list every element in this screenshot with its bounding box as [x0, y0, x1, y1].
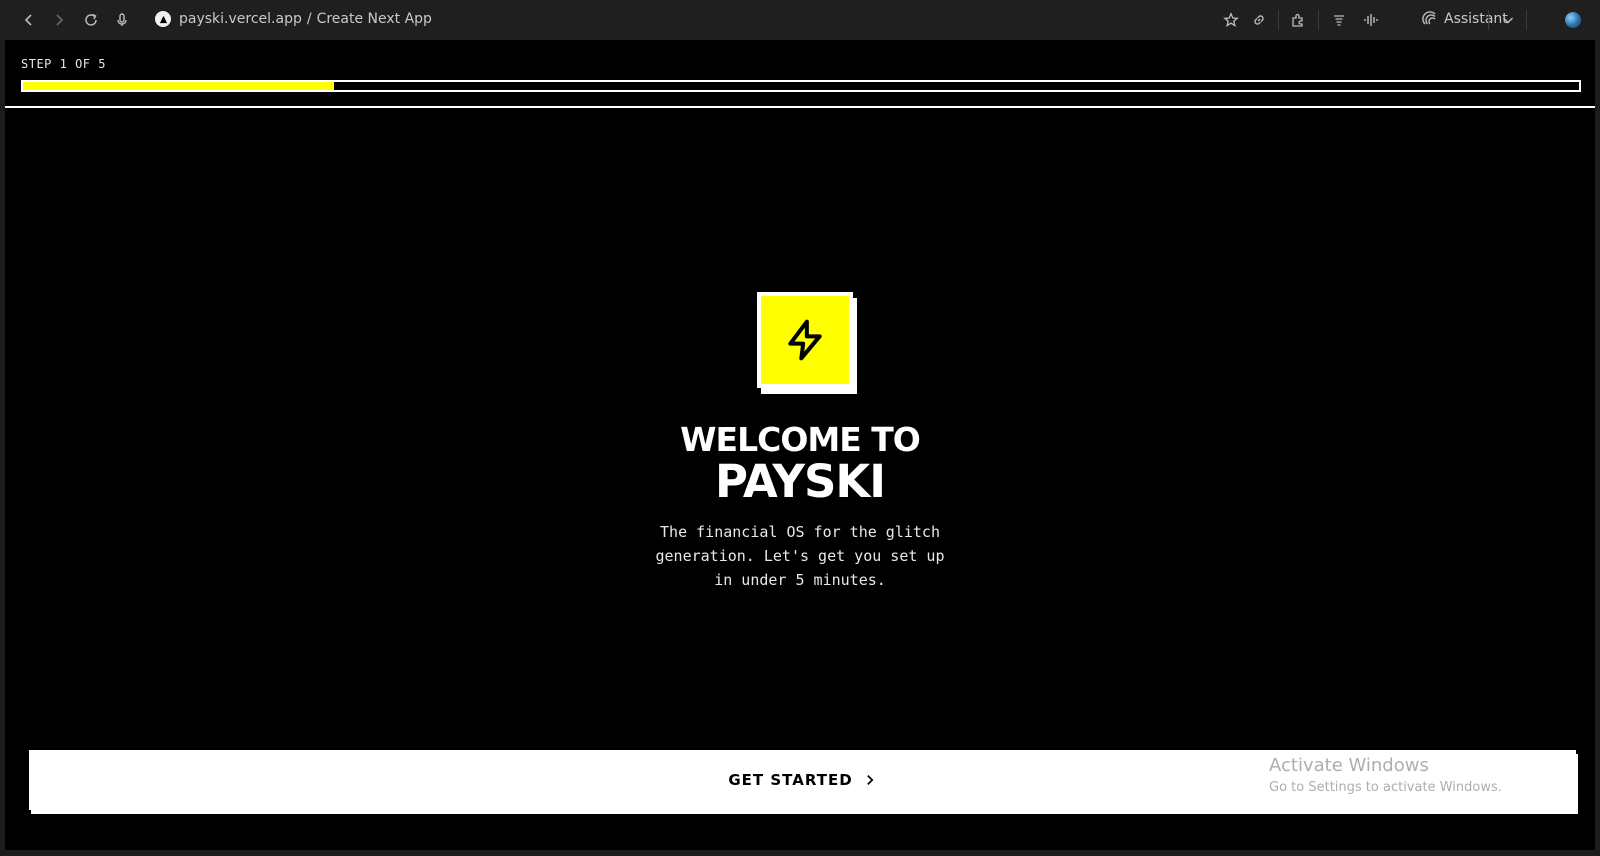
onboarding-page: STEP 1 OF 5 WELCOME TO PAYSKI The financ… [5, 40, 1595, 850]
star-icon[interactable] [1220, 9, 1242, 31]
forward-arrow-icon[interactable] [48, 9, 70, 31]
app-logo [757, 292, 861, 396]
header-divider [5, 106, 1595, 108]
url-separator: / [306, 11, 312, 27]
tagline-line: generation. Let's get you set up [655, 547, 945, 565]
microphone-icon[interactable] [111, 9, 133, 31]
browser-toolbar: payski.vercel.app / Create Next App Assi… [0, 0, 1600, 40]
puzzle-icon[interactable] [1287, 9, 1309, 31]
address-bar[interactable]: payski.vercel.app / Create Next App [155, 11, 432, 27]
tagline: The financial OS for the glitch generati… [625, 520, 975, 592]
link-icon[interactable] [1248, 9, 1270, 31]
tagline-line: in under 5 minutes. [714, 571, 886, 589]
lightning-bolt-icon [788, 319, 822, 361]
assistant-button[interactable]: Assistant [1422, 11, 1508, 27]
vercel-favicon-icon [155, 11, 171, 27]
progress-fill [23, 82, 335, 90]
chevron-right-icon [866, 775, 874, 785]
activate-windows-watermark: Activate Windows Go to Settings to activ… [1269, 754, 1502, 798]
reload-icon[interactable] [80, 9, 102, 31]
progress-bar [21, 80, 1581, 92]
assistant-icon [1422, 11, 1436, 25]
toolbar-divider [1526, 10, 1527, 30]
toolbar-divider [1488, 10, 1489, 30]
get-started-label: GET STARTED [728, 771, 853, 789]
watermark-title: Activate Windows [1269, 755, 1429, 776]
reader-icon[interactable] [1328, 9, 1350, 31]
toolbar-divider [1278, 10, 1279, 30]
chevron-down-icon[interactable] [1497, 9, 1519, 31]
step-indicator: STEP 1 OF 5 [21, 57, 106, 71]
tagline-line: The financial OS for the glitch [660, 523, 940, 541]
logo-box [757, 292, 853, 388]
url-host: payski.vercel.app [179, 11, 302, 27]
brand-name: PAYSKI [715, 455, 886, 508]
page-title: Create Next App [316, 11, 432, 27]
browser-window: payski.vercel.app / Create Next App Assi… [0, 0, 1600, 856]
back-arrow-icon[interactable] [18, 9, 40, 31]
toolbar-divider [1318, 10, 1319, 30]
globe-icon[interactable] [1565, 12, 1581, 28]
watermark-subtitle: Go to Settings to activate Windows. [1269, 780, 1502, 795]
welcome-heading: WELCOME TO [680, 420, 921, 459]
voice-wave-icon[interactable] [1360, 9, 1382, 31]
